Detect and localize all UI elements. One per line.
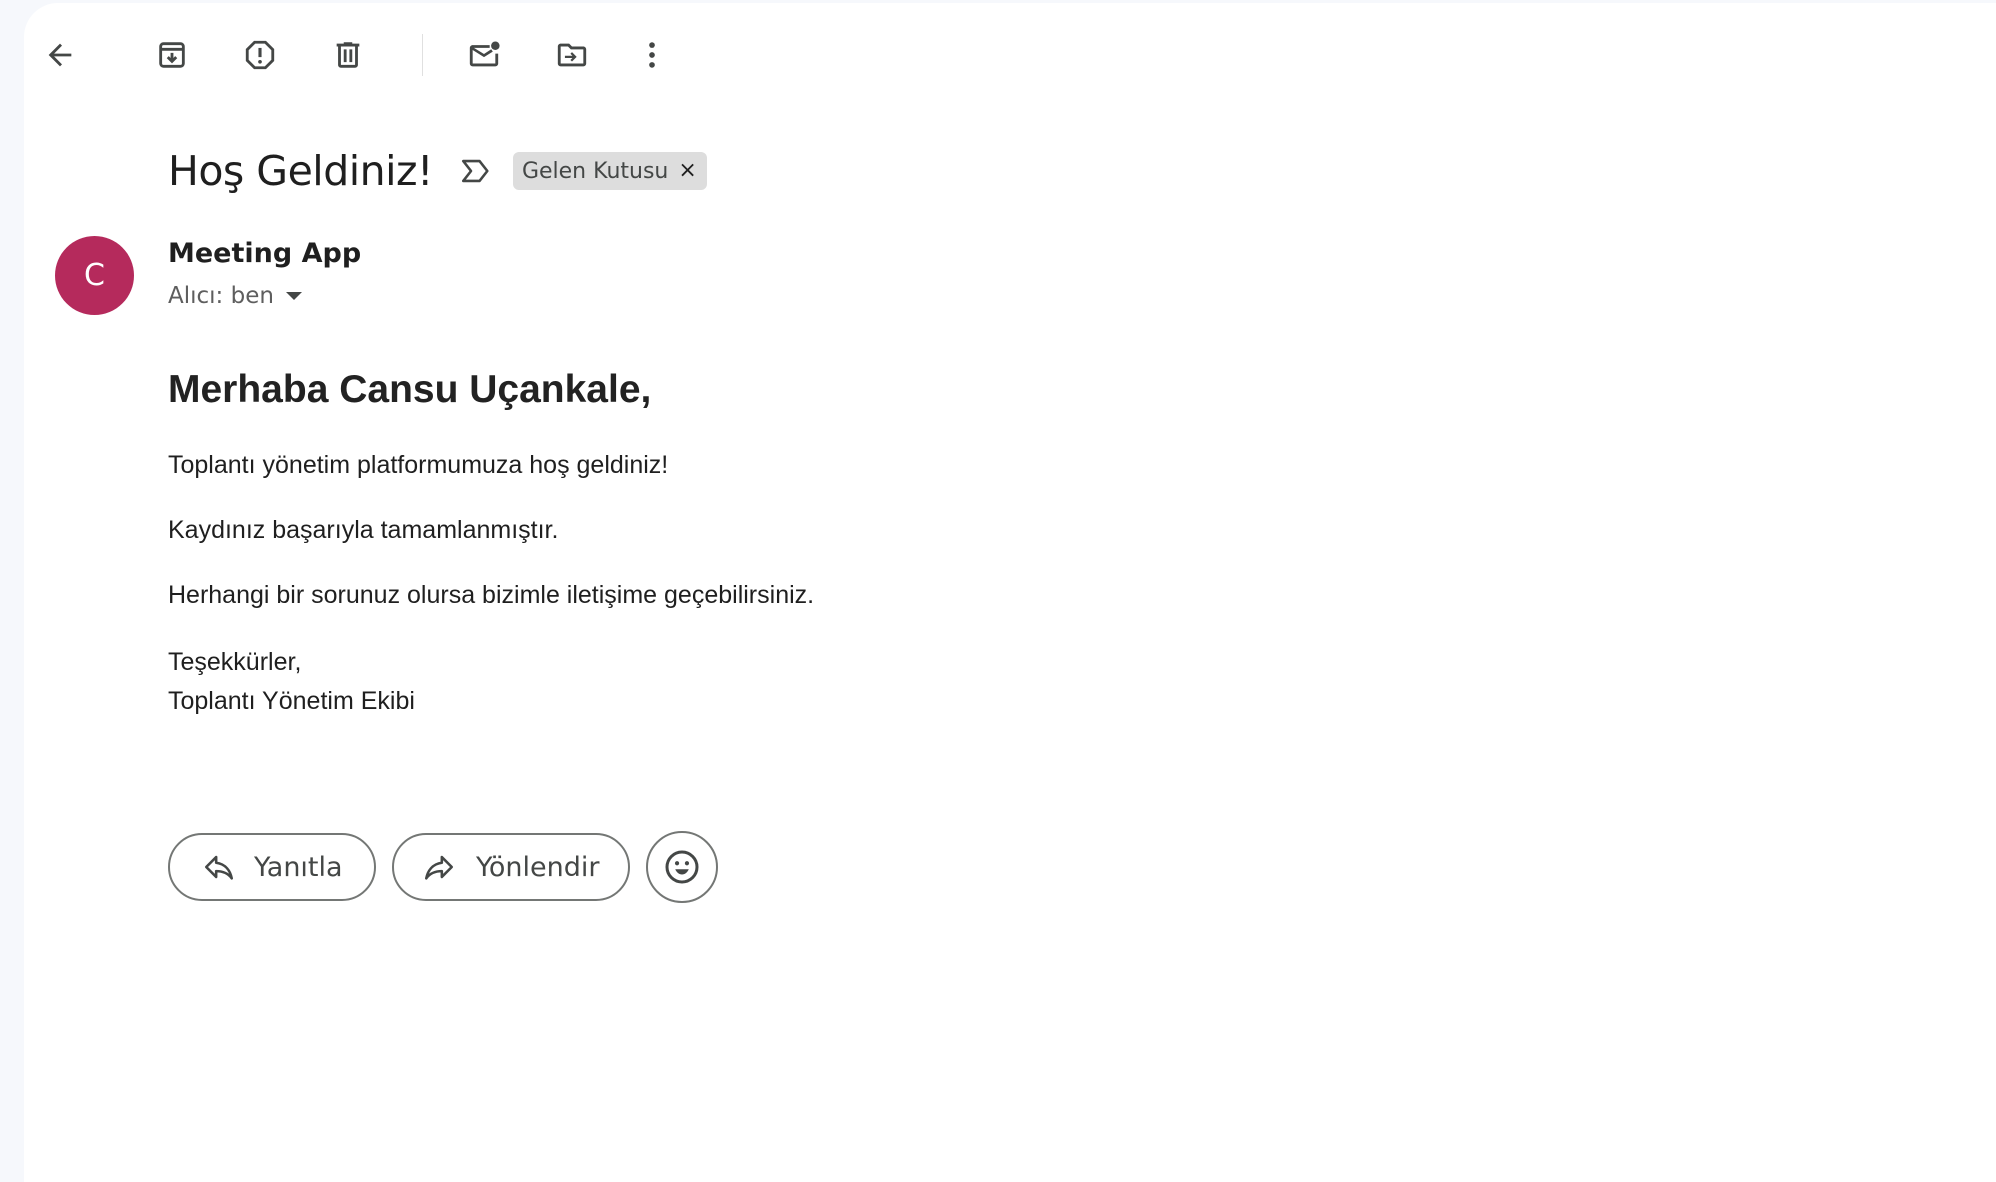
mark-unread-button[interactable] [460,31,508,79]
reply-button[interactable]: Yanıtla [168,833,376,901]
recipient-text: Alıcı: ben [168,283,274,309]
remove-label-icon[interactable]: × [678,160,696,182]
body-paragraph: Herhangi bir sorunuz olursa bizimle ilet… [168,581,815,609]
archive-icon [159,42,185,68]
email-subject: Hoş Geldiniz! [168,147,433,195]
delete-icon [336,42,360,68]
email-toolbar [24,3,1996,101]
importance-marker-icon [461,159,489,183]
subject-row: Hoş Geldiniz! Gelen Kutusu × [168,139,707,203]
back-arrow-icon [48,43,72,67]
toolbar-divider [422,34,423,76]
inbox-label-chip: Gelen Kutusu × [512,152,707,190]
sender-avatar[interactable]: C [55,236,134,315]
delete-button[interactable] [324,31,372,79]
email-signature: Toplantı Yönetim Ekibi [168,687,415,715]
move-to-icon [557,43,587,67]
back-button[interactable] [36,31,84,79]
mark-unread-icon [469,41,500,67]
move-to-button[interactable] [548,31,596,79]
reply-actions: Yanıtla Yönlendir [168,831,718,903]
report-spam-button[interactable] [236,31,284,79]
email-closing: Teşekkürler, [168,648,302,676]
report-spam-icon [245,40,275,70]
archive-button[interactable] [148,31,196,79]
importance-marker-button[interactable] [459,154,493,188]
more-options-button[interactable] [628,31,676,79]
forward-label: Yönlendir [476,851,600,883]
emoji-reaction-button[interactable] [646,831,718,903]
more-options-icon [649,42,655,68]
email-view-pane: Hoş Geldiniz! Gelen Kutusu × C Meeting A… [24,3,1996,1182]
body-paragraph: Toplantı yönetim platformumuza hoş geldi… [168,451,669,479]
sender-name[interactable]: Meeting App [168,238,361,269]
avatar-initial: C [84,258,105,293]
email-body: Merhaba Cansu Uçankale, Toplantı yönetim… [168,368,814,721]
reply-label: Yanıtla [254,851,343,883]
forward-icon [424,855,454,880]
smiley-icon [665,850,699,884]
recipient-details-toggle[interactable]: Alıcı: ben [168,283,302,309]
chevron-down-icon [285,292,302,300]
label-chip-text: Gelen Kutusu [521,158,669,184]
forward-button[interactable]: Yönlendir [392,833,630,901]
reply-icon [204,855,234,880]
body-paragraph: Kaydınız başarıyla tamamlanmıştır. [168,516,559,544]
email-greeting: Merhaba Cansu Uçankale, [168,368,652,411]
